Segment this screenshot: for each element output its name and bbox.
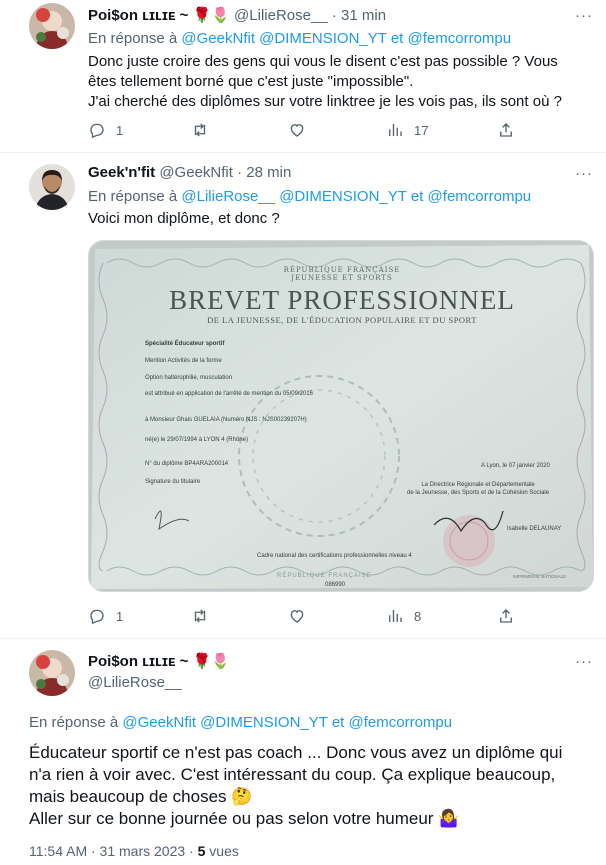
tulip-emoji: 🌷 — [211, 7, 230, 24]
display-name[interactable]: Poi$on ʟɪʟɪᴇ ~ — [88, 653, 188, 670]
retweet-button[interactable] — [191, 607, 209, 625]
tulip-emoji: 🌷 — [211, 653, 230, 670]
like-button[interactable] — [288, 607, 306, 625]
tweet-header: Poi$on ʟɪʟɪᴇ ~ 🌹🌷 — [88, 652, 230, 670]
mention-link[interactable]: @LilieRose__ — [181, 188, 275, 205]
rose-emoji: 🌹 — [192, 7, 212, 24]
tweet-meta: 11:54 AM · 31 mars 2023 · 5 vues — [29, 843, 239, 859]
diploma-signatory: Isabelle DELAUNAY — [507, 526, 562, 532]
reply-button[interactable]: 1 — [88, 121, 123, 139]
diploma-serial: 086990 — [325, 582, 346, 588]
diploma-bottom-right: IMPRIMERIE NATIONALE — [513, 574, 567, 579]
share-icon — [500, 609, 512, 623]
handle[interactable]: @LilieRose__ — [234, 7, 328, 24]
avatar[interactable] — [29, 3, 75, 49]
action-bar: 1 8 — [88, 607, 594, 627]
timestamp[interactable]: 11:54 AM · 31 mars 2023 · — [29, 843, 194, 859]
reply-context: En réponse à @GeekNfit @DIMENSION_YT et … — [88, 30, 512, 47]
share-icon — [500, 123, 512, 137]
diploma-place-date: A Lyon, le 07 janvier 2020 — [481, 463, 550, 469]
tweet-text: Donc juste croire des gens qui vous le d… — [88, 53, 562, 110]
display-name[interactable]: Geek'n'fit — [88, 164, 155, 181]
timestamp[interactable]: 31 min — [341, 7, 386, 24]
timestamp[interactable]: 28 min — [246, 164, 291, 181]
heart-icon — [290, 124, 304, 137]
reply-icon — [90, 609, 104, 625]
reply-icon — [90, 123, 104, 139]
diploma-bottom-left: RÉPUBLIQUE FRANÇAISE — [277, 573, 372, 579]
mention-link[interactable]: @GeekNfit — [181, 30, 255, 47]
views-count: 5 — [197, 843, 206, 859]
more-options-icon[interactable]: ··· — [574, 164, 594, 184]
tweet-1[interactable]: Poi$on ʟɪʟɪᴇ ~ 🌹🌷 @LilieRose__ · 31 min … — [0, 0, 606, 150]
diploma-subtitle: DE LA JEUNESSE, DE L'ÉDUCATION POPULAIRE… — [207, 315, 477, 325]
analytics-icon — [389, 610, 402, 622]
tweet-header: Geek'n'fit @GeekNfit · 28 min — [88, 164, 292, 181]
retweet-button[interactable] — [191, 121, 209, 139]
diploma-authority: La Directrice Régionale et Départemental… — [407, 482, 550, 496]
avatar[interactable] — [29, 164, 75, 210]
mention-link[interactable]: @femcorrompu — [428, 188, 532, 205]
mention-link[interactable]: @DIMENSION_YT — [279, 188, 406, 205]
action-bar: 1 17 — [88, 121, 594, 141]
heart-icon — [290, 610, 304, 623]
more-options-icon[interactable]: ··· — [574, 652, 594, 672]
handle[interactable]: @GeekNfit — [159, 164, 233, 181]
mention-link[interactable]: @femcorrompu — [408, 30, 512, 47]
views-button[interactable]: 17 — [386, 121, 428, 139]
mention-link[interactable]: @femcorrompu — [349, 714, 453, 731]
more-options-icon[interactable]: ··· — [574, 6, 594, 26]
views-button[interactable]: 8 — [386, 607, 421, 625]
retweet-icon — [194, 609, 206, 623]
diploma-footer: Cadre national des certifications profes… — [257, 553, 412, 559]
reply-button[interactable]: 1 — [88, 607, 123, 625]
like-button[interactable] — [288, 121, 306, 139]
share-button[interactable] — [497, 121, 515, 139]
diploma-header: RÉPUBLIQUE FRANÇAISE JEUNESSE ET SPORTS — [283, 266, 401, 282]
tweet-header: Poi$on ʟɪʟɪᴇ ~ 🌹🌷 @LilieRose__ · 31 min — [88, 7, 387, 24]
share-button[interactable] — [497, 607, 515, 625]
display-name[interactable]: Poi$on ʟɪʟɪᴇ ~ — [88, 7, 188, 24]
retweet-icon — [194, 123, 206, 137]
views-label: vues — [209, 843, 239, 859]
mention-link[interactable]: @DIMENSION_YT — [200, 714, 327, 731]
diploma-photo[interactable]: RÉPUBLIQUE FRANÇAISE JEUNESSE ET SPORTS … — [88, 240, 594, 592]
reply-context: En réponse à @LilieRose__ @DIMENSION_YT … — [88, 188, 532, 205]
tweet-text: Voici mon diplôme, et donc ? — [88, 210, 280, 227]
analytics-icon — [389, 124, 402, 136]
diploma-title: BREVET PROFESSIONNEL — [169, 285, 515, 315]
handle[interactable]: @LilieRose__ — [88, 674, 182, 691]
mention-link[interactable]: @DIMENSION_YT — [259, 30, 386, 47]
avatar[interactable] — [29, 650, 75, 696]
reply-context: En réponse à @GeekNfit @DIMENSION_YT et … — [29, 714, 453, 731]
tweet-text: Éducateur sportif ce n'est pas coach ...… — [29, 743, 563, 828]
mention-link[interactable]: @GeekNfit — [122, 714, 196, 731]
rose-emoji: 🌹 — [192, 653, 212, 670]
